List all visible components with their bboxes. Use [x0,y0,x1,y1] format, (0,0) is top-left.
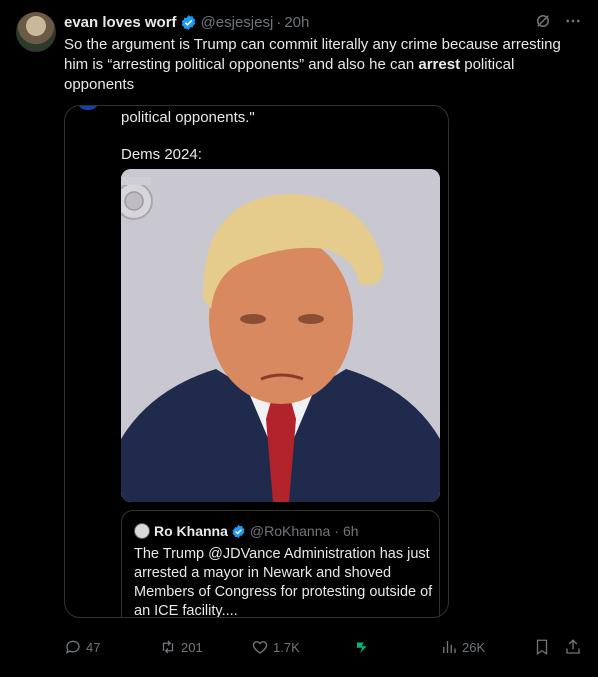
tweet-header: evan loves worf @esjesjesj · 20h [64,12,582,32]
app-button[interactable] [354,638,376,656]
verified-badge-icon [181,14,195,30]
author-avatar[interactable] [16,12,56,52]
like-button[interactable]: 1.7K [251,638,300,656]
quote-avatar [134,523,150,539]
repost-count: 201 [181,639,203,655]
repost-icon [162,640,174,654]
embedded-media[interactable]: political opponents." Dems 2024: Ro Khan… [64,105,449,618]
grok-icon[interactable] [534,12,552,30]
share-icon [566,639,580,654]
bookmark-icon [536,639,548,656]
media-prev-text: political opponents." [121,109,255,126]
quote-handle: @RoKhanna [249,523,331,539]
action-bar: 47 201 1.7K 26K [64,638,584,660]
quote-text: The Trump @JDVance Administration has ju… [134,546,433,618]
tweet-text-bold: arrest [418,56,461,73]
reply-button[interactable]: 47 [64,638,100,656]
quote-separator: · [334,523,339,539]
media-dems-label: Dems 2024: [121,146,202,163]
more-icon[interactable] [564,12,582,30]
tweet-time[interactable]: 20h [284,14,309,31]
verified-badge-icon [232,524,245,538]
app-icon [357,642,367,653]
views-button[interactable]: 26K [440,638,485,656]
bookmark-button[interactable] [533,638,555,656]
views-icon [443,641,456,653]
repost-button[interactable]: 201 [159,638,203,656]
seal-icon [121,177,153,220]
mugshot-photo[interactable] [121,169,440,502]
like-icon [252,641,268,654]
reply-icon [65,640,80,654]
quote-author-name: Ro Khanna [154,523,228,539]
share-button[interactable] [564,638,586,656]
author-name[interactable]: evan loves worf [64,14,177,31]
quote-time: 6h [342,523,359,539]
reply-count: 47 [86,639,101,655]
tweet-text: So the argument is Trump can commit lite… [64,35,584,95]
author-handle[interactable]: @esjesjesj [201,14,274,31]
cropped-avatar [77,106,99,110]
separator-dot: · [276,13,282,31]
views-count: 26K [462,639,486,655]
quoted-tweet[interactable]: Ro Khanna @RoKhanna · 6h The Trump @JDVa… [121,510,440,618]
like-count: 1.7K [273,639,300,655]
